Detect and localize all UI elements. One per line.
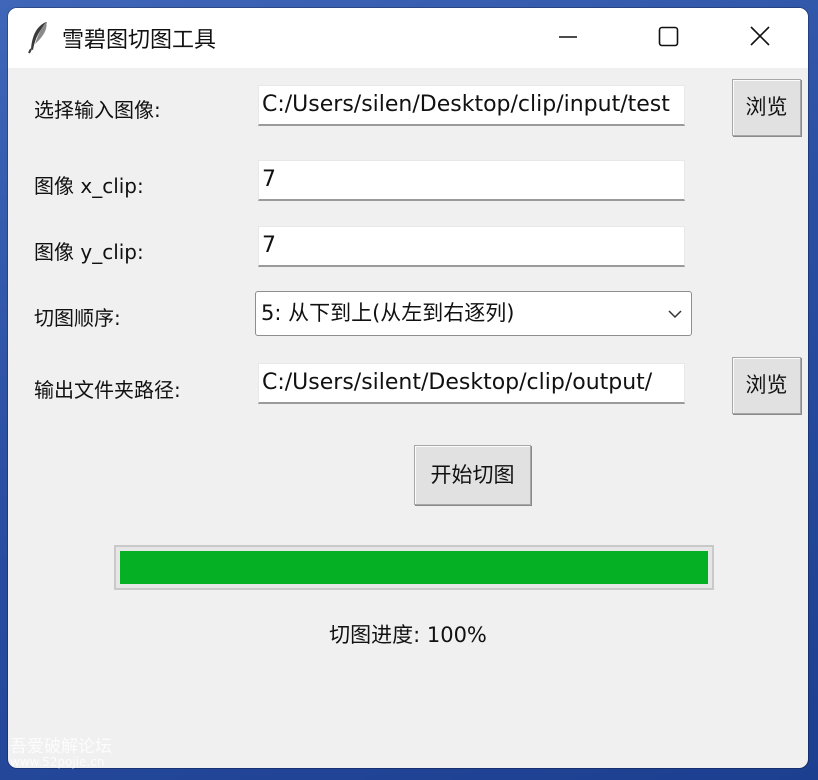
minimize-button[interactable] bbox=[548, 22, 588, 52]
maximize-icon bbox=[658, 26, 679, 47]
title-bar[interactable]: 雪碧图切图工具 bbox=[8, 8, 808, 68]
chevron-down-icon bbox=[668, 310, 682, 319]
browse-input-button[interactable]: 浏览 bbox=[732, 79, 801, 136]
feather-icon bbox=[26, 20, 52, 54]
progress-status: 切图进度: 100% bbox=[329, 623, 487, 647]
minimize-icon bbox=[559, 36, 577, 38]
x-clip-label: 图像 x_clip: bbox=[34, 174, 144, 198]
clip-order-value: 5: 从下到上(从左到右逐列) bbox=[261, 301, 515, 325]
progress-bar-fill bbox=[120, 551, 708, 584]
start-clip-button[interactable]: 开始切图 bbox=[414, 445, 531, 505]
progress-bar bbox=[114, 545, 714, 590]
output-folder-field[interactable]: C:/Users/silent/Desktop/clip/output/ bbox=[258, 363, 685, 404]
x-clip-field[interactable]: 7 bbox=[258, 160, 685, 201]
watermark-title: 吾爱破解论坛 bbox=[10, 737, 112, 757]
output-folder-label: 输出文件夹路径: bbox=[34, 378, 181, 402]
maximize-button[interactable] bbox=[648, 22, 688, 52]
watermark-url: www.52pojie.cn bbox=[10, 755, 105, 769]
close-button[interactable] bbox=[740, 22, 780, 52]
input-image-label: 选择输入图像: bbox=[34, 98, 161, 122]
y-clip-field[interactable]: 7 bbox=[258, 226, 685, 267]
clip-order-label: 切图顺序: bbox=[34, 306, 121, 330]
close-icon bbox=[750, 26, 770, 46]
app-window: 雪碧图切图工具 选择输入图像: C:/Users/silen/Desktop/c… bbox=[8, 8, 808, 768]
browse-output-button[interactable]: 浏览 bbox=[732, 357, 801, 414]
clip-order-select[interactable]: 5: 从下到上(从左到右逐列) bbox=[255, 291, 692, 336]
y-clip-label: 图像 y_clip: bbox=[34, 240, 144, 264]
window-title: 雪碧图切图工具 bbox=[62, 28, 217, 53]
input-image-field[interactable]: C:/Users/silen/Desktop/clip/input/test bbox=[258, 85, 685, 126]
